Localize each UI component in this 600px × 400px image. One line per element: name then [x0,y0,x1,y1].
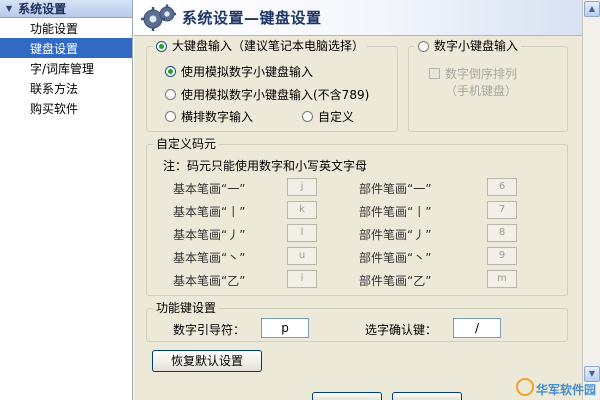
sidebar-item-label: 键盘设置 [30,41,79,56]
keyboard-input-radio[interactable] [156,40,167,52]
sidebar-item-dictionary[interactable]: 字/词库管理 [0,58,132,78]
scroll-down-arrow-icon[interactable]: ▼ [584,366,600,382]
page-header: 系统设置—键盘设置 [134,0,582,36]
component-stroke-label: 部件笔画“一” [359,182,432,196]
confirm-key-label: 选字确认键： [365,323,438,337]
radio-numpad-sim[interactable] [165,66,176,77]
keyboard-input-legend[interactable]: 大键盘输入（建议笔记本电脑选择） [153,39,368,53]
option-label: 使用模拟数字小键盘输入(不含789) [181,88,370,102]
component-stroke-input[interactable]: 9 [487,247,517,265]
option-custom[interactable]: 自定义 [302,108,354,125]
basic-stroke-label: 基本笔画“乙” [173,274,246,288]
sidebar-item-contact[interactable]: 联系方法 [0,78,132,98]
numpad-input-group: 数字小键盘输入 数字倒序排列 （手机键盘） [408,39,568,132]
vertical-scrollbar[interactable]: ▲ ▼ [582,0,600,400]
option-label: 横排数字输入 [181,110,254,124]
radio-numpad-sim-no789[interactable] [165,89,176,100]
sidebar-item-label: 功能设置 [30,21,79,36]
numpad-input-radio[interactable] [418,40,429,52]
sidebar-item-keyboard-settings[interactable]: 键盘设置 [0,38,132,58]
sidebar-header[interactable]: ▼ 系统设置 [0,0,132,18]
main-panel: 系统设置—键盘设置 大键盘输入（建议笔记本电脑选择） 使用模拟数字小键盘输入 使… [134,0,600,400]
component-stroke-input[interactable]: m [487,270,517,288]
basic-stroke-input[interactable]: i [287,270,317,288]
basic-stroke-input[interactable]: u [287,247,317,265]
sidebar-header-label: 系统设置 [18,2,67,16]
reverse-digits-checkbox-row[interactable]: 数字倒序排列 [429,65,517,82]
gear-icon [140,3,178,33]
custom-code-legend: 自定义码元 [153,137,220,151]
guide-char-label: 数字引导符： [173,323,246,337]
sidebar-item-purchase[interactable]: 购买软件 [0,98,132,118]
custom-code-label: 自定义码元 [156,137,217,151]
component-stroke-label: 部件笔画“丨” [359,205,432,219]
basic-stroke-label: 基本笔画“一” [173,182,246,196]
page-title: 系统设置—键盘设置 [182,9,322,27]
option-numpad-sim-no789[interactable]: 使用模拟数字小键盘输入(不含789) [165,86,369,103]
basic-stroke-input[interactable]: k [287,201,317,219]
collapse-triangle-icon[interactable]: ▼ [6,4,12,13]
function-keys-legend: 功能键设置 [153,301,220,315]
sidebar: ▼ 系统设置 功能设置 键盘设置 字/词库管理 联系方法 购买软件 [0,0,133,400]
option-numpad-sim[interactable]: 使用模拟数字小键盘输入 [165,63,313,80]
component-stroke-input[interactable]: 7 [487,201,517,219]
basic-stroke-label: 基本笔画“丨” [173,205,246,219]
basic-stroke-label: 基本笔画“丿” [173,228,246,242]
component-stroke-label: 部件笔画“丶” [359,251,432,265]
phone-keyboard-label: （手机键盘） [445,84,518,98]
guide-char-input[interactable]: p [261,318,309,338]
component-stroke-input[interactable]: 8 [487,224,517,242]
custom-code-group: 自定义码元 注：码元只能使用数字和小写英文字母 基本笔画“一” j 基本笔画“丨… [146,137,568,296]
restore-defaults-button[interactable]: 恢复默认设置 [152,350,262,372]
reverse-digits-label: 数字倒序排列 [445,67,518,81]
component-stroke-label: 部件笔画“乙” [359,274,432,288]
option-label: 使用模拟数字小键盘输入 [181,65,314,79]
sidebar-item-label: 字/词库管理 [30,61,95,76]
ok-button[interactable] [312,392,382,400]
radio-horizontal-digits[interactable] [165,111,176,122]
sidebar-item-function-settings[interactable]: 功能设置 [0,18,132,38]
component-stroke-label: 部件笔画“丿” [359,228,432,242]
function-keys-label: 功能键设置 [156,301,217,315]
numpad-input-legend[interactable]: 数字小键盘输入 [415,39,522,53]
component-stroke-input[interactable]: 6 [487,178,517,196]
scroll-up-arrow-icon[interactable]: ▲ [584,1,600,17]
phone-keyboard-note: （手机键盘） [445,82,517,99]
custom-code-note: 注：码元只能使用数字和小写英文字母 [163,159,368,173]
cancel-button[interactable] [392,392,462,400]
sidebar-item-label: 联系方法 [30,81,79,96]
basic-stroke-input[interactable]: l [287,224,317,242]
reverse-digits-checkbox[interactable] [429,68,440,79]
radio-custom[interactable] [302,111,313,122]
option-horizontal-digits[interactable]: 横排数字输入 [165,108,253,125]
watermark-logo-icon [516,378,534,396]
option-label: 自定义 [318,110,355,124]
basic-stroke-label: 基本笔画“丶” [173,251,246,265]
keyboard-input-label: 大键盘输入（建议笔记本电脑选择） [172,39,365,53]
watermark: 华军软件园 [535,383,596,397]
numpad-input-label: 数字小键盘输入 [434,39,519,53]
basic-stroke-input[interactable]: j [287,178,317,196]
function-keys-group: 功能键设置 数字引导符： p 选字确认键： / [146,301,568,342]
confirm-key-input[interactable]: / [453,318,501,338]
keyboard-input-group: 大键盘输入（建议笔记本电脑选择） 使用模拟数字小键盘输入 使用模拟数字小键盘输入… [146,39,398,132]
sidebar-item-label: 购买软件 [30,101,79,116]
